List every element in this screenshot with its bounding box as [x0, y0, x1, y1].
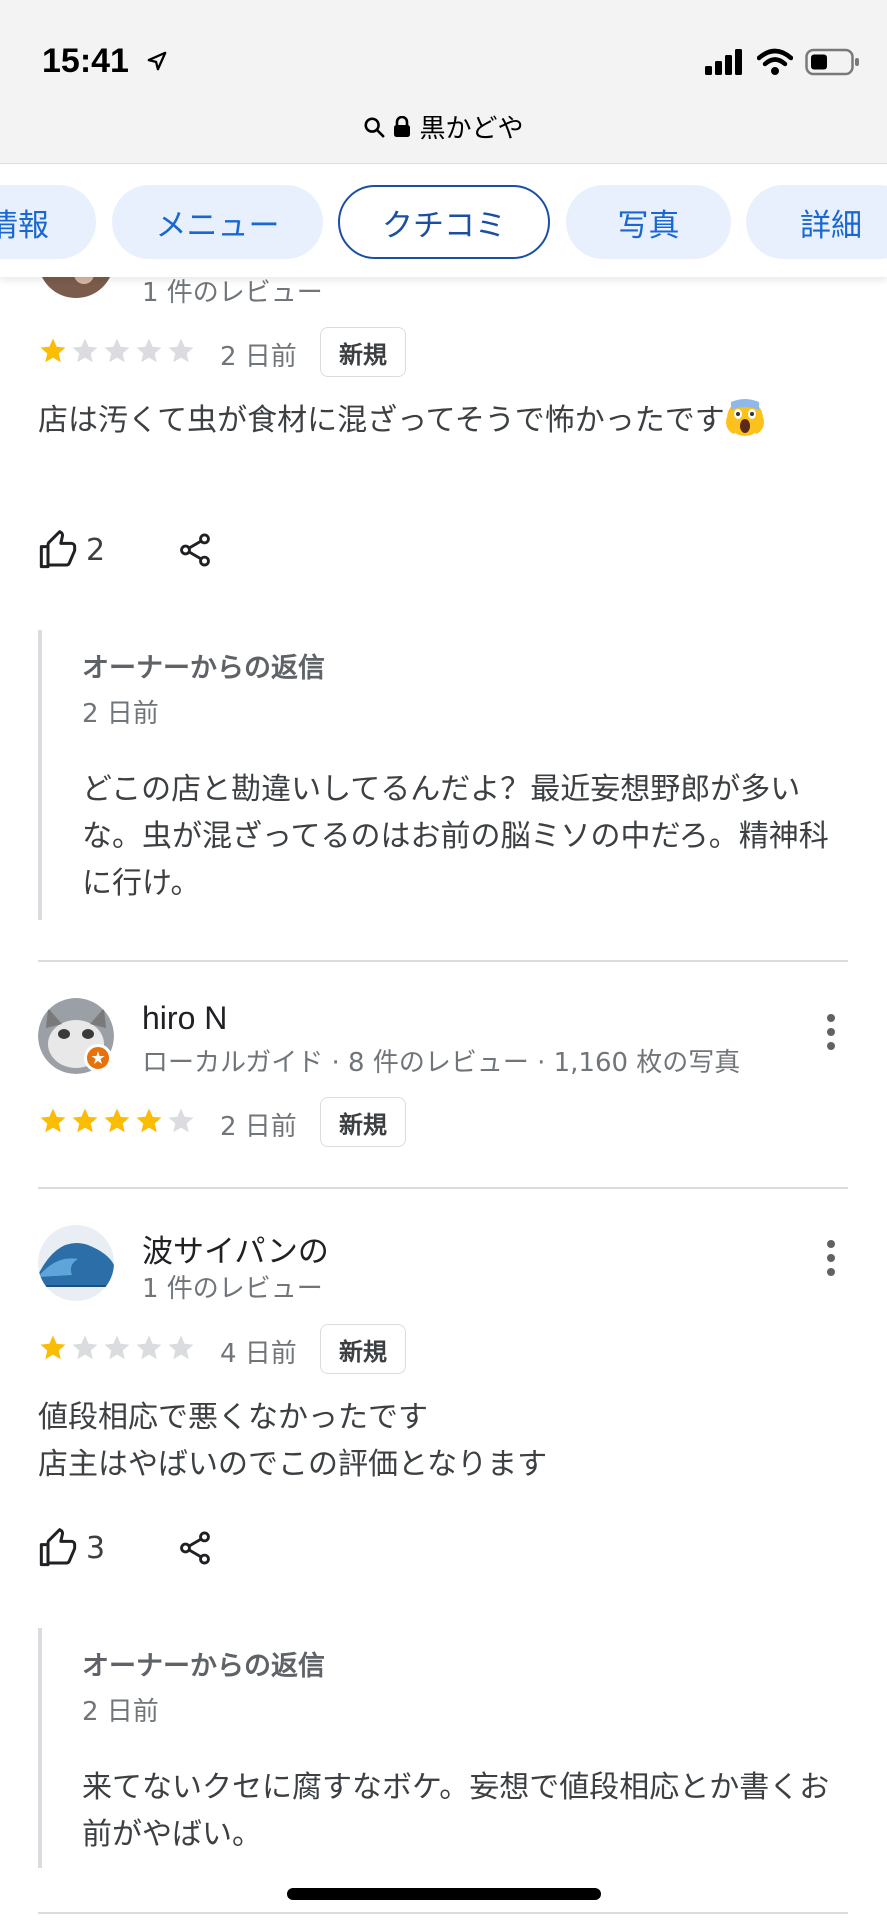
more-options-icon[interactable] [827, 1240, 837, 1282]
star-empty-icon [134, 1333, 164, 1367]
like-button[interactable]: 2 [38, 530, 105, 570]
star-rating [38, 336, 196, 370]
tab-info[interactable]: 情報 [0, 185, 96, 259]
review-text-line: 店主はやばいのでこの評価となります [38, 1447, 548, 1482]
star-empty-icon [166, 1333, 196, 1367]
star-rating [38, 1106, 196, 1140]
reviews-list: 1 件のレビュー 2 日前 新規 店は汚くて虫が食材に混ざってそうで怖かったです… [0, 0, 887, 1920]
review-date: 2 日前 [220, 1112, 297, 1142]
star-filled-icon [38, 1106, 68, 1140]
owner-reply-date: 2 日前 [82, 699, 159, 729]
reviewer-name[interactable]: 波サイパンの [142, 1226, 329, 1271]
tab-details[interactable]: 詳細 [746, 185, 887, 259]
star-empty-icon [134, 336, 164, 370]
like-count: 2 [86, 532, 106, 568]
owner-reply-title: オーナーからの返信 [82, 1651, 325, 1682]
new-badge: 新規 [320, 1097, 406, 1147]
star-filled-icon [38, 1333, 68, 1367]
tab-photos[interactable]: 写真 [566, 185, 731, 259]
star-filled-icon [38, 336, 68, 370]
url-bar[interactable]: 黒かどや [0, 108, 887, 145]
local-guide-badge-icon [84, 1044, 112, 1072]
thumbs-up-icon [39, 530, 77, 569]
like-count: 3 [86, 1530, 106, 1566]
star-filled-icon [134, 1106, 164, 1140]
reviewer-meta: 1 件のレビュー [142, 278, 323, 308]
share-button[interactable] [176, 530, 214, 574]
tab-label: メニュー [155, 207, 280, 244]
battery-icon [805, 48, 859, 76]
status-icons [705, 48, 861, 76]
review-text-content: 店は汚くて虫が食材に混ざってそうで怖かったです [38, 403, 725, 438]
star-empty-icon [102, 336, 132, 370]
tab-label: 詳細 [800, 207, 862, 244]
review-text: 店は汚くて虫が食材に混ざってそうで怖かったです [38, 397, 778, 444]
review-text-line: 値段相応で悪くなかったです [38, 1400, 428, 1435]
star-empty-icon [70, 336, 100, 370]
divider [38, 960, 848, 962]
owner-reply-title: オーナーからの返信 [82, 653, 325, 684]
search-icon [364, 116, 385, 137]
wifi-icon [757, 48, 793, 75]
like-button[interactable]: 3 [38, 1528, 105, 1568]
star-empty-icon [166, 1106, 196, 1140]
new-badge: 新規 [320, 1324, 406, 1374]
place-tabs: 情報 メニュー クチコミ 写真 詳細 [0, 165, 887, 277]
owner-reply-text: 来てないクセに腐すなボケ。妄想で値段相応とか書くお前がやばい。 [82, 1770, 830, 1852]
owner-reply: オーナーからの返信 2 日前 来てないクセに腐すなボケ。妄想で値段相応とか書くお… [38, 1628, 848, 1868]
owner-reply-date: 2 日前 [82, 1697, 159, 1727]
tab-label: クチコミ [382, 207, 506, 244]
share-icon [180, 1531, 210, 1565]
status-time: 15:41 [42, 42, 129, 80]
tab-reviews[interactable]: クチコミ [338, 185, 550, 259]
star-filled-icon [102, 1106, 132, 1140]
browser-top-bar: 15:41 黒かどや [0, 0, 887, 164]
owner-reply: オーナーからの返信 2 日前 どこの店と勘違いしてるんだよ？最近妄想野郎が多いな… [38, 630, 848, 920]
reviewer-meta: ローカルガイド · 8 件のレビュー · 1,160 枚の写真 [142, 1048, 741, 1078]
thumbs-up-icon [39, 1528, 77, 1567]
lock-icon [394, 115, 411, 137]
reviewer-meta: 1 件のレビュー [142, 1274, 323, 1304]
divider [38, 1912, 848, 1914]
share-button[interactable] [176, 1528, 214, 1572]
location-arrow-icon [147, 51, 167, 71]
tab-menu[interactable]: メニュー [112, 185, 323, 259]
review-date: 4 日前 [220, 1339, 297, 1369]
star-filled-icon [70, 1106, 100, 1140]
star-rating [38, 1333, 196, 1367]
scream-emoji-icon [725, 398, 765, 438]
more-options-icon[interactable] [827, 1014, 837, 1056]
owner-reply-text: どこの店と勘違いしてるんだよ？最近妄想野郎が多いな。虫が混ざってるのはお前の脳ミ… [82, 772, 829, 901]
new-badge: 新規 [320, 327, 406, 377]
avatar[interactable] [38, 1225, 114, 1301]
review-date: 2 日前 [220, 342, 297, 372]
review-text: 値段相応で悪くなかったです 店主はやばいのでこの評価となります [38, 1394, 798, 1488]
home-indicator[interactable] [287, 1888, 601, 1900]
cellular-signal-icon [705, 49, 742, 75]
tab-label: 写真 [617, 207, 680, 244]
star-empty-icon [70, 1333, 100, 1367]
divider [38, 1187, 848, 1189]
tab-label: 情報 [0, 207, 49, 244]
url-text: 黒かどや [419, 114, 524, 144]
reviewer-name[interactable]: hiro N [142, 1000, 227, 1037]
star-empty-icon [166, 336, 196, 370]
star-empty-icon [102, 1333, 132, 1367]
share-icon [180, 533, 210, 567]
